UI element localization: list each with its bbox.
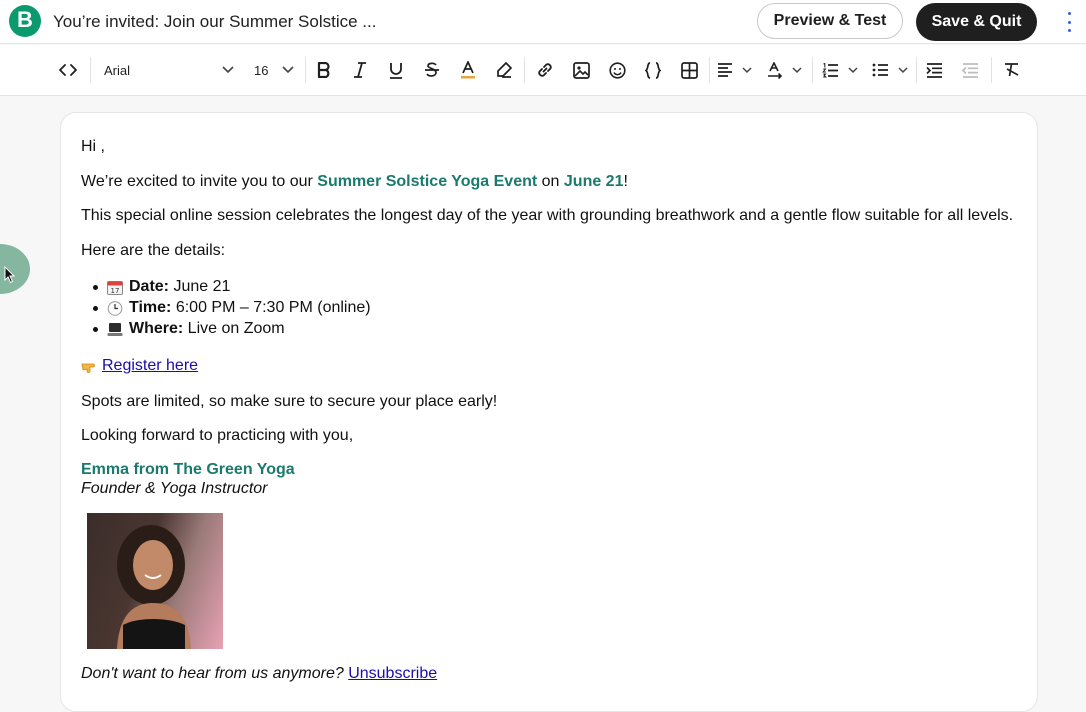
strikethrough-icon[interactable] <box>420 45 444 95</box>
chevron-down-icon <box>222 66 234 74</box>
italic-icon[interactable] <box>348 45 372 95</box>
intro-prefix: We’re excited to invite you to our <box>81 173 318 190</box>
intro-mid: on <box>537 173 564 190</box>
save-quit-button[interactable]: Save & Quit <box>916 3 1037 41</box>
list-item: Where: Live on Zoom <box>93 319 285 339</box>
campaign-title: You’re invited: Join our Summer Solstice… <box>53 12 377 31</box>
intro-paragraph: We’re excited to invite you to our Summe… <box>81 172 628 192</box>
highlight-icon[interactable] <box>492 45 516 95</box>
toolbar-divider <box>524 57 525 83</box>
toolbar-divider <box>991 57 992 83</box>
bold-icon[interactable] <box>312 45 336 95</box>
list-item: 17 Date: June 21 <box>93 277 231 297</box>
image-icon[interactable] <box>569 45 593 95</box>
chevron-down-icon <box>848 66 858 73</box>
bullet-dot <box>93 285 98 290</box>
detail-value: Live on Zoom <box>183 320 285 337</box>
emoji-icon[interactable] <box>605 45 629 95</box>
toolbar-divider <box>709 57 710 83</box>
bullet-dot <box>93 306 98 311</box>
indent-icon[interactable] <box>922 45 946 95</box>
link-icon[interactable] <box>533 45 557 95</box>
event-date: June 21 <box>563 173 624 190</box>
detail-label: Date: <box>129 278 170 295</box>
font-family-select[interactable]: Arial <box>100 45 240 95</box>
toolbar-divider <box>90 57 91 83</box>
align-select[interactable] <box>715 45 757 95</box>
pointing-hand-icon <box>81 359 99 374</box>
editor-toolbar: Arial 16 <box>0 45 1086 96</box>
text-color-icon[interactable] <box>456 45 480 95</box>
unsubscribe-link[interactable]: Unsubscribe <box>348 665 437 682</box>
bullet-dot <box>93 327 98 332</box>
brevo-logo[interactable]: B <box>9 5 41 37</box>
chevron-down-icon <box>898 66 908 73</box>
top-bar: B You’re invited: Join our Summer Solsti… <box>0 0 1086 44</box>
signature-name: Emma from The Green Yoga <box>81 461 295 478</box>
chevron-down-icon <box>792 66 802 73</box>
table-icon[interactable] <box>677 45 701 95</box>
clock-icon <box>107 300 123 316</box>
intro-suffix: ! <box>623 173 628 190</box>
toolbar-divider <box>812 57 813 83</box>
underline-icon[interactable] <box>384 45 408 95</box>
unsubscribe-prefix: Don't want to hear from us anymore? <box>81 665 349 682</box>
details-heading: Here are the details: <box>81 242 226 259</box>
variables-icon[interactable] <box>641 45 665 95</box>
font-size-select[interactable]: 16 <box>250 45 298 95</box>
font-size-value: 16 <box>254 62 269 78</box>
calendar-icon: 17 <box>107 280 123 295</box>
ordered-list-icon <box>822 62 838 77</box>
chevron-down-icon <box>282 66 294 74</box>
spots-paragraph: Spots are limited, so make sure to secur… <box>81 393 498 410</box>
unsubscribe-line: Don't want to hear from us anymore? Unsu… <box>81 664 437 684</box>
logo-letter: B <box>17 7 33 32</box>
svg-text:17: 17 <box>111 287 120 295</box>
more-options-icon[interactable] <box>1062 12 1076 32</box>
bullet-list-select[interactable] <box>870 45 912 95</box>
toolbar-divider <box>916 57 917 83</box>
laptop-icon <box>107 322 123 337</box>
toolbar-divider <box>305 57 306 83</box>
align-left-icon <box>718 63 732 77</box>
ordered-list-select[interactable] <box>820 45 862 95</box>
text-direction-select[interactable] <box>765 45 807 95</box>
register-link[interactable]: Register here <box>102 356 198 376</box>
register-line: Register here <box>81 356 198 376</box>
signature-role: Founder & Yoga Instructor <box>81 480 268 497</box>
event-name: Summer Solstice Yoga Event <box>317 173 538 190</box>
clear-format-icon[interactable] <box>1000 45 1024 95</box>
code-view-icon[interactable] <box>56 45 80 95</box>
chevron-down-icon <box>742 66 752 73</box>
text-direction-icon <box>768 61 783 79</box>
email-canvas[interactable]: Hi , We’re excited to invite you to our … <box>60 112 1038 712</box>
description-paragraph: This special online session celebrates t… <box>81 207 1014 224</box>
outdent-icon[interactable] <box>958 45 982 95</box>
greeting-text: Hi , <box>81 138 105 155</box>
detail-label: Where: <box>129 320 184 337</box>
font-family-value: Arial <box>104 62 131 78</box>
closing-paragraph: Looking forward to practicing with you, <box>81 427 354 444</box>
list-item: Time: 6:00 PM – 7:30 PM (online) <box>93 298 371 318</box>
bullet-list-icon <box>872 63 888 77</box>
mouse-pointer-icon <box>4 266 16 284</box>
profile-photo[interactable] <box>87 513 223 649</box>
preview-test-button[interactable]: Preview & Test <box>757 3 903 39</box>
detail-label: Time: <box>129 299 172 316</box>
detail-value: 6:00 PM – 7:30 PM (online) <box>171 299 371 316</box>
detail-value: June 21 <box>169 278 231 295</box>
